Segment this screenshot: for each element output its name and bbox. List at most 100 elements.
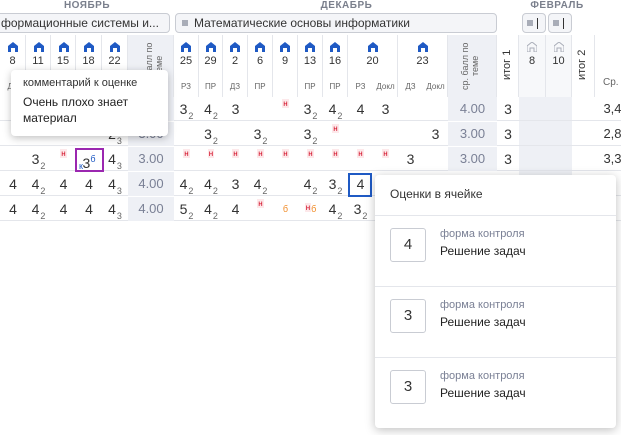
topic-math-foundations[interactable]: Математические основы информатики [175,13,497,33]
grade-cell[interactable]: 32 [323,172,348,196]
absence-cell[interactable]: н [323,122,348,146]
absence-cell[interactable]: н [174,147,199,171]
school-icon [368,39,378,52]
grade-cell[interactable]: 32 [298,97,323,121]
lesson-header-feb-8[interactable]: 8 [519,35,546,97]
grade-cell[interactable]: 32 [199,122,223,146]
grade-cell[interactable]: 43 [102,172,128,196]
grade-cell[interactable]: 3 [223,97,248,121]
grade-cell[interactable]: 3 [423,122,448,146]
absence-cell[interactable]: нб [298,197,323,221]
lesson-day: 25 [179,55,193,67]
lesson-header-feb-10[interactable]: 10 [546,35,572,97]
absence-cell[interactable]: н [273,147,298,171]
lesson-header-dec-16[interactable]: 16 ПР [323,35,348,97]
mark-value-box[interactable]: 3 [390,370,426,404]
itog1-cell[interactable]: 3 [497,122,519,146]
mark-item[interactable]: 3 форма контроля Решение задач [390,299,605,339]
grade-cell[interactable]: 4 [76,172,102,196]
grade-cell[interactable]: 42 [199,197,223,221]
itog2-header: итог 2 [572,35,595,97]
grade-cell[interactable]: 42 [323,97,348,121]
grade-cell[interactable]: 32 [174,97,199,121]
grade-cell[interactable]: 4 [51,197,76,221]
sick-cell[interactable]: б [273,197,298,221]
grade-cell[interactable]: 42 [26,172,51,196]
grade-cell[interactable]: 42 [26,197,51,221]
itog1-cell[interactable]: 3 [497,97,519,121]
month-february: ФЕВРАЛЬ [530,0,584,11]
grade-cell[interactable]: 4 [348,97,373,121]
avg-dec-cell: 3.00 [448,147,497,171]
lesson-header-dec-23[interactable]: 23 ДЗ Докл [398,35,448,97]
absence-cell[interactable]: н [373,147,398,171]
mark-value-box[interactable]: 4 [390,228,426,262]
mark-value-box[interactable]: 3 [390,299,426,333]
grade-cell[interactable]: 4 [51,172,76,196]
grade-cell[interactable]: 3 [223,172,248,196]
overall-avg-cell: 3,4 [603,101,621,116]
lesson-header-dec-25[interactable]: 25 РЗ [174,35,199,97]
absence-cell[interactable]: н [273,97,298,121]
school-icon [84,39,94,52]
cell-marks-popup: Оценки в ячейке 4 форма контроля Решение… [375,175,616,428]
school-icon [34,39,44,52]
grade-cell[interactable]: 42 [199,97,223,121]
comment-tooltip: комментарий к оценке Очень плохо знает м… [11,70,168,136]
lesson-header-dec-29[interactable]: 29 ПР [199,35,223,97]
grade-cell[interactable]: 32 [348,197,373,221]
grade-cell[interactable]: 43 [102,197,128,221]
topic-feb-1[interactable] [522,13,546,33]
grade-cell[interactable]: 42 [323,197,348,221]
divider [375,286,616,287]
grade-cell[interactable]: 42 [199,172,223,196]
school-icon [8,39,18,52]
topic-information-systems[interactable]: формационные системы и... [0,13,170,33]
absence-cell[interactable]: н [323,147,348,171]
grade-cell[interactable]: 32 [26,147,51,171]
grade-cell[interactable]: 42 [174,172,199,196]
grade-cell[interactable]: 52 [174,197,199,221]
grade-cell[interactable]: 3 [398,147,423,171]
grade-cell[interactable]: 4 [0,172,26,196]
grade-cell[interactable]: 4 [76,197,102,221]
grade-cell[interactable]: 4 [223,197,248,221]
lesson-type: РЗ [355,82,366,91]
mark-item[interactable]: 3 форма контроля Решение задач [390,370,605,410]
lesson-type: Докл [376,82,395,91]
absence-cell[interactable]: н [51,147,76,171]
absence-cell[interactable]: н [199,147,223,171]
mark-item[interactable]: 4 форма контроля Решение задач [390,228,605,268]
tooltip-title: комментарий к оценке [23,77,138,89]
school-icon [255,39,265,52]
lesson-day: 20 [366,55,379,67]
topic-feb-2[interactable] [548,13,572,33]
itog1-cell[interactable]: 3 [497,147,519,171]
grade-cell[interactable]: 32 [298,122,323,146]
absence-cell[interactable]: н [248,147,273,171]
grade-cell[interactable]: 32 [248,122,273,146]
lesson-header-dec-13[interactable]: 13 ПР [298,35,323,97]
mark-label: форма контроля [440,228,525,240]
grade-cell[interactable]: 3 [373,97,398,121]
lesson-header-dec-6[interactable]: 6 ПР [248,35,273,97]
grade-cell[interactable]: 4 [0,197,26,221]
lesson-header-dec-9[interactable]: 9 [273,35,298,97]
lesson-day: 6 [256,55,264,67]
overall-avg-cell: 2,8 [603,126,621,141]
lesson-header-dec-20[interactable]: 20 РЗ Докл [348,35,398,97]
absence-cell[interactable]: н [348,147,373,171]
topic-square-icon [182,20,188,26]
lesson-header-dec-2[interactable]: 2 ДЗ [223,35,248,97]
school-icon [110,39,120,52]
grade-cell[interactable]: 42 [298,172,323,196]
month-row: НОЯБРЬ ДЕКАБРЬ ФЕВРАЛЬ [0,0,621,12]
absence-cell[interactable]: н [298,147,323,171]
grade-cell[interactable]: 42 [248,172,273,196]
absence-cell[interactable]: н [223,147,248,171]
lesson-day: 15 [56,55,70,67]
month-november: НОЯБРЬ [63,0,111,11]
divider [375,215,616,216]
grade-cell[interactable]: 43 [102,147,128,171]
absence-cell[interactable]: н [248,197,273,221]
